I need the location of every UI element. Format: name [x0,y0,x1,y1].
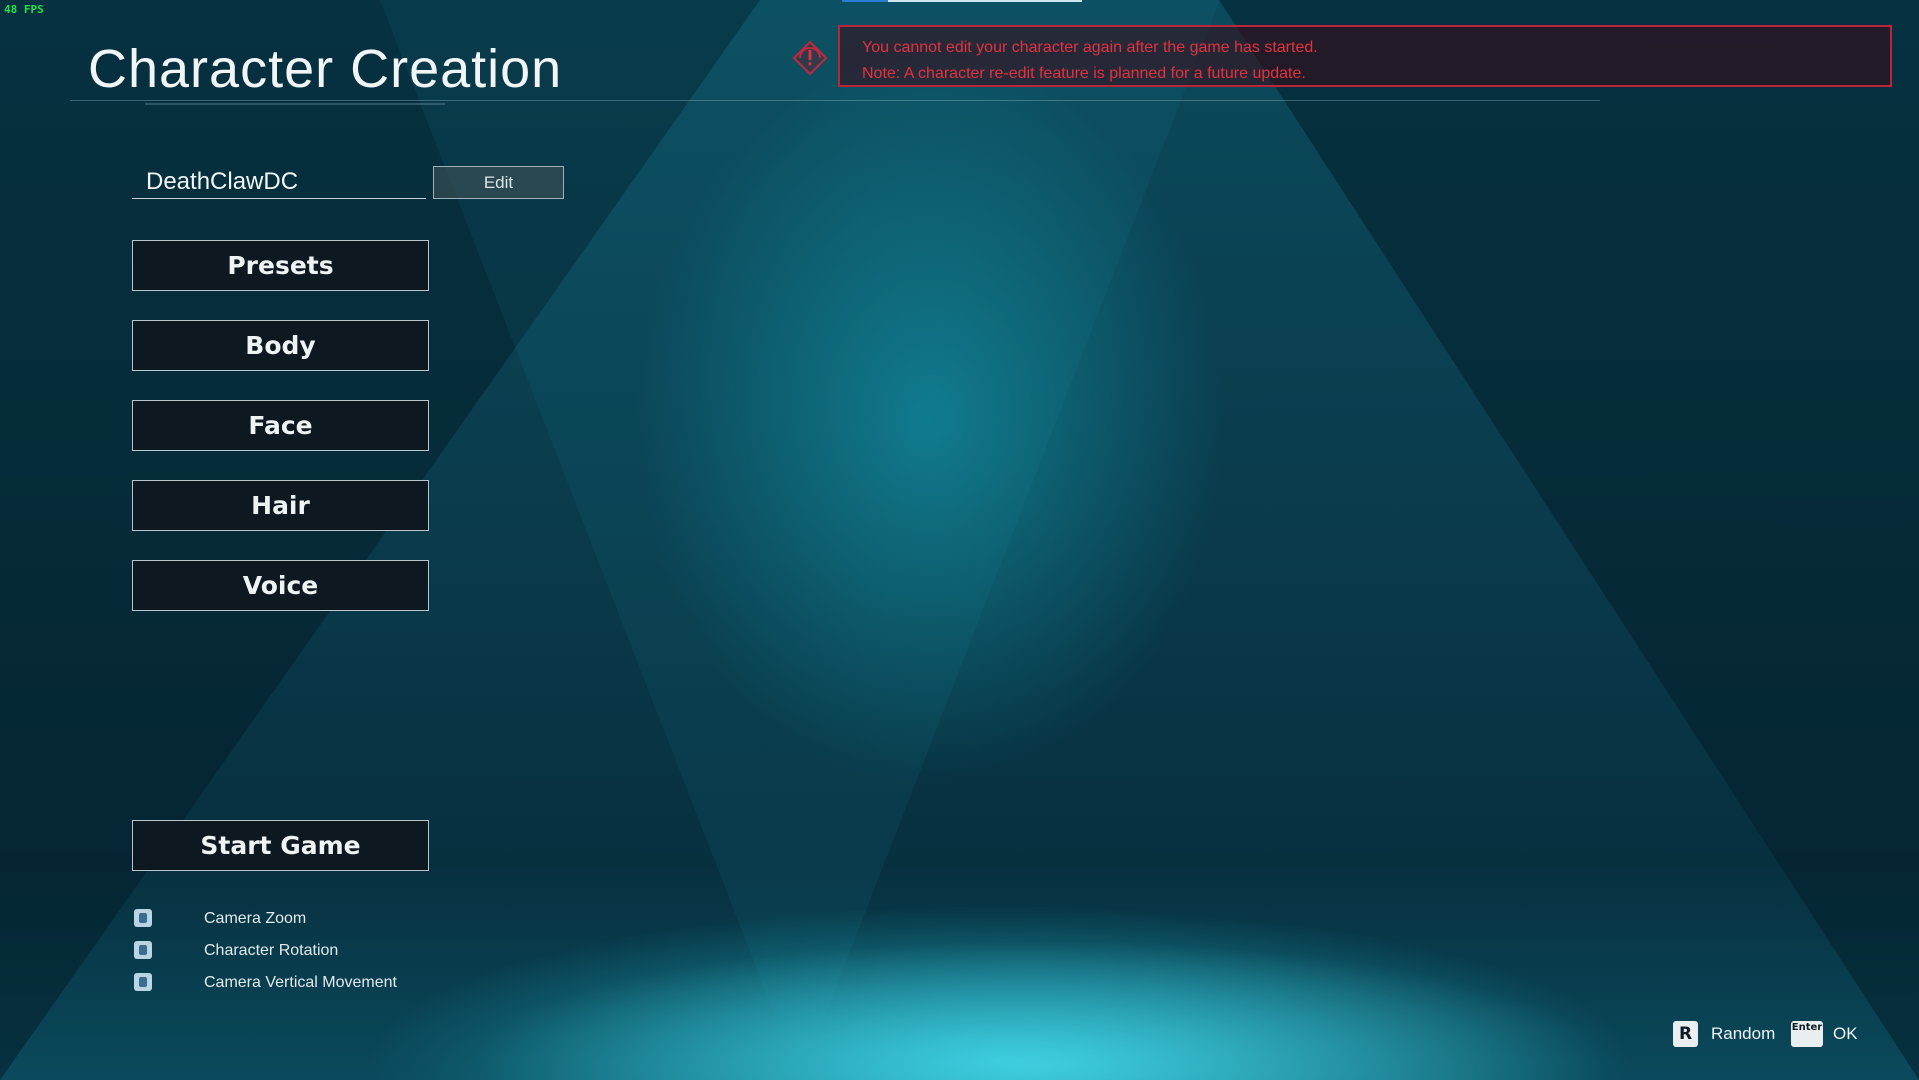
enter-key-icon: Enter [1791,1021,1823,1047]
warning-line-1: You cannot edit your character again aft… [862,39,1318,56]
warning-banner: You cannot edit your character again aft… [838,25,1892,87]
fps-counter: 48 FPS [4,3,44,16]
random-hint[interactable]: Random [1711,1021,1775,1047]
start-game-button[interactable]: Start Game [132,820,429,871]
key-hints: R Random Enter OK [1673,1021,1863,1047]
background-shadow-right [1219,0,1919,1080]
background-light-beam [380,0,1220,1080]
top-accent-bar-light [888,0,1082,2]
mouse-vertical-icon [134,973,152,991]
page-title: Character Creation [88,39,563,99]
character-name-field[interactable]: DeathClawDC [132,164,426,199]
title-divider [70,100,1600,101]
title-underline [145,103,445,105]
control-label: Camera Zoom [204,910,307,927]
control-label: Camera Vertical Movement [204,974,397,991]
face-button[interactable]: Face [132,400,429,451]
hair-button[interactable]: Hair [132,480,429,531]
control-label: Character Rotation [204,942,339,959]
ok-hint[interactable]: OK [1833,1021,1858,1047]
warning-icon [792,40,828,76]
edit-name-button[interactable]: Edit [433,166,564,199]
body-button[interactable]: Body [132,320,429,371]
top-accent-bar [842,0,888,2]
stage-floor-glow [420,930,1660,1080]
mouse-drag-icon [134,941,152,959]
background-shadow-left [0,0,760,1080]
warning-line-2: Note: A character re-edit feature is pla… [862,65,1306,82]
presets-button[interactable]: Presets [132,240,429,291]
r-key-icon: R [1673,1021,1698,1047]
voice-button[interactable]: Voice [132,560,429,611]
mouse-wheel-icon [134,909,152,927]
